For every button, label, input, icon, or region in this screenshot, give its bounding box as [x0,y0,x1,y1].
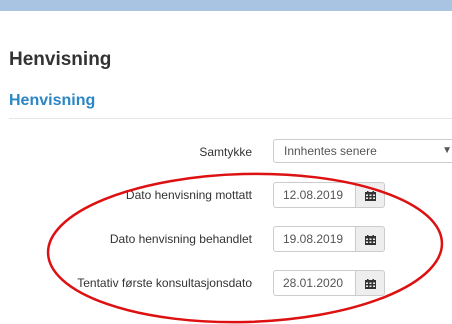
first-consultation-date-input[interactable] [273,270,355,296]
referral-received-date-group [273,182,385,208]
top-bar [0,0,452,11]
referral-processed-row: Dato henvisning behandlet [0,226,452,252]
referral-received-calendar-button[interactable] [355,182,385,208]
referral-processed-date-group [273,226,385,252]
first-consultation-row: Tentativ første konsultasjonsdato [0,270,452,296]
referral-received-label: Dato henvisning mottatt [125,188,252,202]
referral-received-row: Dato henvisning mottatt [0,182,452,208]
section-title: Henvisning [9,92,96,109]
first-consultation-calendar-button[interactable] [355,270,385,296]
consent-label: Samtykke [199,145,252,159]
calendar-icon [365,235,376,245]
section-divider [9,118,452,119]
first-consultation-date-group [273,270,385,296]
calendar-icon [365,191,376,201]
referral-processed-date-input[interactable] [273,226,355,252]
referral-processed-label: Dato henvisning behandlet [109,232,252,246]
consent-row: Samtykke Innhentes senere ▼ [0,139,452,165]
referral-received-date-input[interactable] [273,182,355,208]
referral-processed-calendar-button[interactable] [355,226,385,252]
first-consultation-label: Tentativ første konsultasjonsdato [77,276,252,290]
calendar-icon [365,279,376,289]
page-title: Henvisning [9,49,112,70]
consent-select[interactable]: Innhentes senere ▼ [273,139,452,163]
consent-select-value: Innhentes senere [284,144,377,158]
chevron-down-icon: ▼ [442,145,452,156]
